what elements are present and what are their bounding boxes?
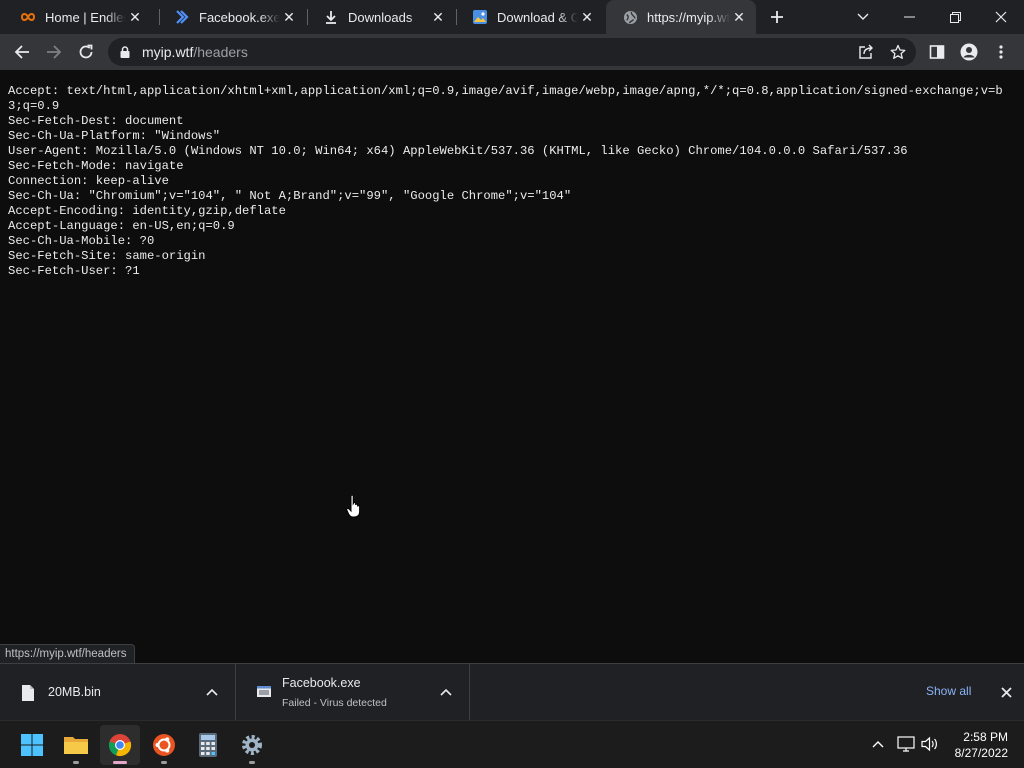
running-indicator — [161, 761, 167, 764]
file-icon — [22, 685, 34, 701]
url-path: /headers — [193, 44, 248, 60]
download-options-button[interactable] — [204, 684, 220, 700]
chevron-down-icon — [857, 13, 869, 20]
tab-downloads[interactable]: Downloads ✕ — [307, 0, 455, 34]
profile-avatar-icon — [960, 43, 978, 61]
download-item[interactable]: Facebook.exe Failed - Virus detected — [236, 664, 470, 720]
url-host: myip.wtf — [142, 44, 194, 60]
profile-button[interactable] — [955, 38, 983, 66]
chrome-icon — [108, 734, 132, 757]
close-window-button[interactable] — [978, 0, 1024, 34]
tab-home-endless[interactable]: Home | Endless ✕ — [4, 0, 152, 34]
taskbar-calculator[interactable] — [188, 725, 228, 765]
tab-title: Downloads — [348, 9, 413, 25]
bookmark-button[interactable] — [888, 42, 908, 62]
chevron-up-icon — [206, 688, 218, 696]
running-indicator — [249, 761, 255, 764]
lock-icon[interactable] — [118, 45, 132, 59]
tab-myip-wtf[interactable]: https://myip.wtf/ ✕ — [606, 0, 756, 34]
chevron-up-icon — [440, 688, 452, 696]
clock-time: 2:58 PM — [963, 730, 1008, 744]
menu-button[interactable] — [987, 38, 1015, 66]
tab-search-button[interactable] — [840, 0, 886, 34]
close-download-shelf-button[interactable] — [996, 682, 1016, 702]
speaker-icon — [921, 736, 937, 752]
running-indicator — [73, 761, 79, 764]
restore-icon — [949, 11, 961, 23]
close-tab-icon[interactable]: ✕ — [280, 8, 298, 26]
ubuntu-icon — [153, 734, 175, 756]
forward-button[interactable] — [40, 38, 68, 66]
tab-download-and-get[interactable]: Download & Ge... ✕ — [456, 0, 604, 34]
system-clock[interactable]: 2:58 PM 8/27/2022 — [946, 729, 1008, 761]
side-panel-icon — [929, 45, 945, 59]
link-status-bubble: https://myip.wtf/headers — [0, 644, 136, 664]
back-arrow-icon — [14, 45, 29, 59]
download-file-name: Facebook.exe — [282, 676, 361, 690]
tab-title: Facebook.exe - ... — [199, 9, 280, 25]
back-button[interactable] — [8, 38, 36, 66]
show-all-downloads-link[interactable]: Show all — [926, 684, 971, 698]
windows-taskbar: 2:58 PM 8/27/2022 — [0, 720, 1024, 768]
tab-title: https://myip.wtf/ — [647, 9, 730, 25]
endless-logo-icon — [20, 9, 36, 25]
executable-file-icon — [257, 686, 271, 697]
forward-arrow-icon — [47, 45, 62, 59]
tab-title: Home | Endless — [45, 9, 126, 25]
download-file-name: 20MB.bin — [48, 685, 101, 699]
globe-icon — [622, 9, 638, 25]
network-monitor-icon — [897, 736, 915, 752]
settings-icon — [242, 735, 262, 755]
close-icon — [995, 11, 1007, 23]
close-tab-icon[interactable]: ✕ — [429, 8, 447, 26]
taskbar-file-explorer[interactable] — [56, 725, 96, 765]
hand-pointer-cursor-icon — [346, 494, 361, 518]
page-content: Accept: text/html,application/xhtml+xml,… — [0, 70, 1024, 664]
download-icon — [323, 9, 339, 25]
tab-title: Download & Ge... — [497, 9, 578, 25]
close-tab-icon[interactable]: ✕ — [730, 8, 748, 26]
volume-button[interactable] — [920, 734, 940, 754]
close-tab-icon[interactable]: ✕ — [578, 8, 596, 26]
chevron-logo-icon — [174, 9, 190, 25]
chevron-up-icon — [872, 741, 884, 748]
taskbar-ubuntu[interactable] — [144, 725, 184, 765]
minimize-icon — [903, 16, 915, 18]
file-explorer-icon — [64, 737, 88, 754]
start-button[interactable] — [12, 725, 52, 765]
taskbar-chrome[interactable] — [100, 725, 140, 765]
taskbar-settings[interactable] — [232, 725, 272, 765]
show-hidden-icons-button[interactable] — [868, 734, 888, 754]
request-headers-text: Accept: text/html,application/xhtml+xml,… — [8, 84, 1003, 278]
reload-icon — [79, 44, 93, 59]
close-tab-icon[interactable]: ✕ — [126, 8, 144, 26]
tab-facebook-exe[interactable]: Facebook.exe - ... ✕ — [158, 0, 306, 34]
reload-button[interactable] — [72, 38, 100, 66]
running-indicator — [113, 761, 127, 764]
side-panel-button[interactable] — [923, 38, 951, 66]
restore-button[interactable] — [932, 0, 978, 34]
download-shelf: 20MB.bin Facebook.exe Failed - Virus det… — [0, 663, 1024, 720]
browser-toolbar: myip.wtf/headers — [0, 34, 1024, 70]
tab-strip: Home | Endless ✕ Facebook.exe - ... ✕ Do… — [0, 0, 1024, 34]
windows-start-icon — [21, 734, 43, 756]
download-options-button[interactable] — [438, 684, 454, 700]
network-button[interactable] — [896, 734, 916, 754]
address-bar[interactable]: myip.wtf/headers — [108, 38, 916, 66]
calculator-icon — [199, 733, 217, 757]
minimize-button[interactable] — [886, 0, 932, 34]
new-tab-button[interactable] — [766, 6, 788, 28]
clock-date: 8/27/2022 — [954, 746, 1008, 760]
url-text[interactable]: myip.wtf/headers — [142, 44, 248, 60]
share-button[interactable] — [856, 42, 876, 62]
more-vert-icon — [999, 45, 1003, 59]
download-status: Failed - Virus detected — [282, 697, 387, 709]
star-icon — [890, 44, 906, 59]
share-icon — [859, 44, 873, 59]
image-site-icon — [472, 9, 488, 25]
close-icon — [1000, 686, 1012, 698]
download-item[interactable]: 20MB.bin — [0, 664, 236, 720]
